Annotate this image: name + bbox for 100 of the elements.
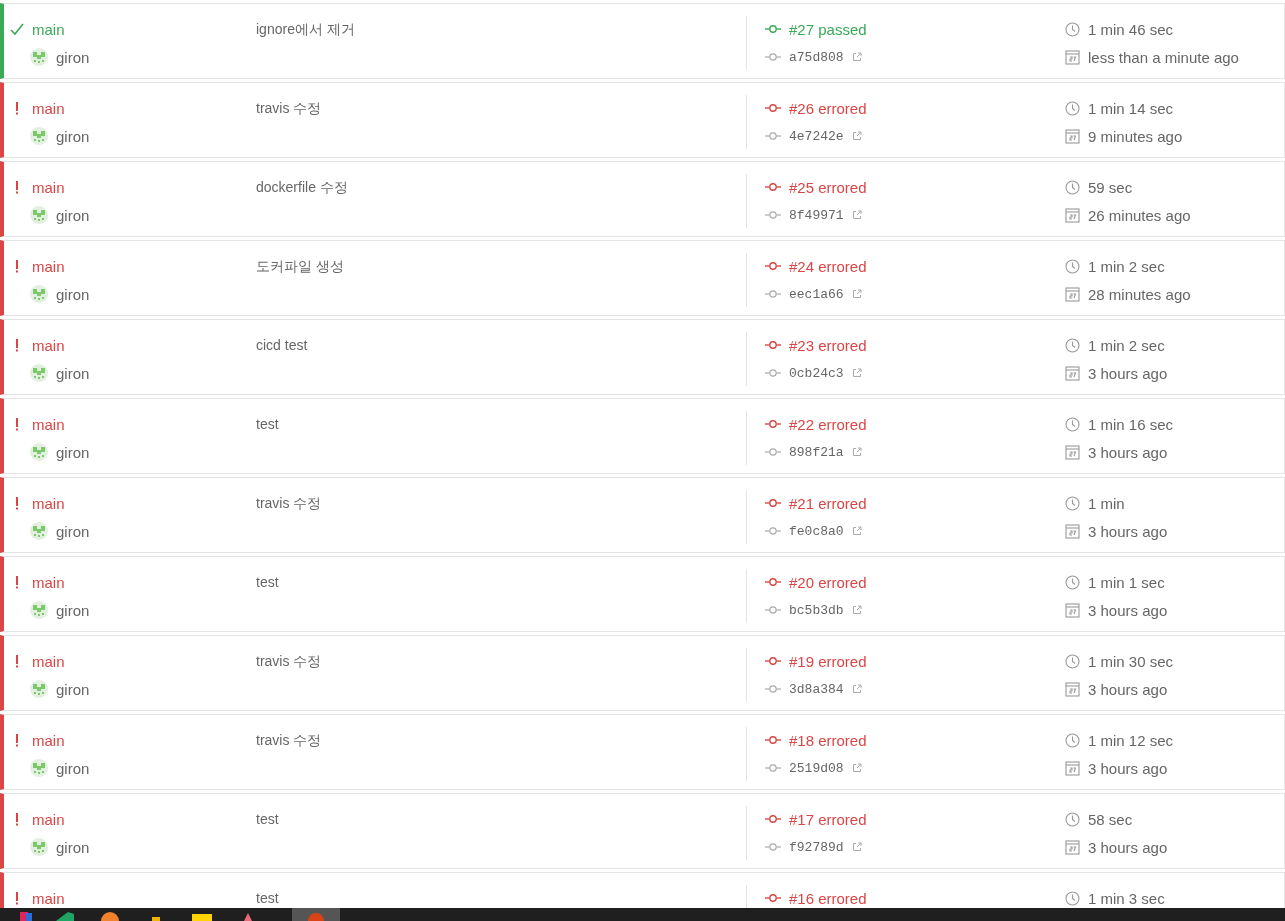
- branch-name[interactable]: main: [32, 20, 65, 38]
- commit-icon: [765, 131, 781, 141]
- commit-hash[interactable]: 2519d08: [789, 760, 844, 776]
- finished-time: 28 minutes ago: [1088, 285, 1191, 303]
- commit-hash[interactable]: eec1a66: [789, 286, 844, 302]
- external-link-icon[interactable]: [851, 289, 862, 299]
- build-number[interactable]: #19 errored: [789, 652, 867, 670]
- external-link-icon[interactable]: [851, 131, 862, 141]
- branch-name[interactable]: main: [32, 810, 65, 828]
- commit-hash[interactable]: 898f21a: [789, 444, 844, 460]
- branch-name[interactable]: main: [32, 652, 65, 670]
- commit-icon: [765, 656, 781, 666]
- author-name: giron: [56, 206, 90, 224]
- branch-name[interactable]: main: [32, 494, 65, 512]
- branch-name[interactable]: main: [32, 889, 65, 907]
- calendar-icon: [1065, 49, 1080, 65]
- branch-name[interactable]: main: [32, 99, 65, 117]
- commit-icon: [765, 814, 781, 824]
- author-name: giron: [56, 364, 90, 382]
- commit-hash[interactable]: a75d808: [789, 49, 844, 65]
- commit-icon: [765, 368, 781, 378]
- build-card[interactable]: main giron test #17 errored f92789d 58 sec 3 hours ago: [0, 793, 1285, 869]
- external-link-icon[interactable]: [851, 210, 862, 220]
- branch-name[interactable]: main: [32, 178, 65, 196]
- build-card[interactable]: main giron dockerfile 수정 #25 errored 8f49971 59 sec 26 minutes ago: [0, 161, 1285, 237]
- avatar-icon: [30, 601, 48, 619]
- avatar-icon: [30, 838, 48, 856]
- build-card[interactable]: main giron travis 수정 #19 errored 3d8a384 1 min 30 sec 3 hours ago: [0, 635, 1285, 711]
- check-icon: [10, 22, 24, 36]
- external-link-icon[interactable]: [851, 526, 862, 536]
- commit-hash[interactable]: fe0c8a0: [789, 523, 844, 539]
- build-number[interactable]: #16 errored: [789, 889, 867, 907]
- author-name: giron: [56, 759, 90, 777]
- avatar-icon: [30, 522, 48, 540]
- commit-hash[interactable]: 3d8a384: [789, 681, 844, 697]
- external-link-icon[interactable]: [851, 842, 862, 852]
- calendar-icon: [1065, 523, 1080, 539]
- build-number[interactable]: #24 errored: [789, 257, 867, 275]
- finished-time: 9 minutes ago: [1088, 127, 1183, 145]
- branch-name[interactable]: main: [32, 573, 65, 591]
- author-name: giron: [56, 443, 90, 461]
- branch-name[interactable]: main: [32, 731, 65, 749]
- clock-icon: [1065, 732, 1080, 748]
- calendar-icon: [1065, 365, 1080, 381]
- clock-icon: [1065, 21, 1080, 37]
- branch-name[interactable]: main: [32, 415, 65, 433]
- avatar-icon: [30, 759, 48, 777]
- commit-hash[interactable]: bc5b3db: [789, 602, 844, 618]
- commit-message: test: [256, 811, 279, 827]
- commit-hash[interactable]: 4e7242e: [789, 128, 844, 144]
- commit-message: test: [256, 574, 279, 590]
- build-card[interactable]: main giron travis 수정 #18 errored 2519d08 1 min 12 sec 3 hours ago: [0, 714, 1285, 790]
- commit-hash[interactable]: f92789d: [789, 839, 844, 855]
- build-card[interactable]: main giron test #22 errored 898f21a 1 min 16 sec 3 hours ago: [0, 398, 1285, 474]
- avatar-icon: [30, 206, 48, 224]
- duration-text: 59 sec: [1088, 178, 1133, 196]
- avatar-icon: [30, 364, 48, 382]
- clock-icon: [1065, 890, 1080, 906]
- build-number[interactable]: #27 passed: [789, 20, 867, 38]
- external-link-icon[interactable]: [851, 447, 862, 457]
- author-name: giron: [56, 601, 90, 619]
- build-number[interactable]: #18 errored: [789, 731, 867, 749]
- finished-time: 3 hours ago: [1088, 680, 1168, 698]
- commit-icon: [765, 210, 781, 220]
- external-link-icon[interactable]: [851, 52, 862, 62]
- build-number[interactable]: #21 errored: [789, 494, 867, 512]
- calendar-icon: [1065, 128, 1080, 144]
- commit-message: cicd test: [256, 337, 308, 353]
- duration-text: 1 min 30 sec: [1088, 652, 1174, 670]
- branch-name[interactable]: main: [32, 257, 65, 275]
- finished-time: 3 hours ago: [1088, 443, 1168, 461]
- build-card[interactable]: main giron 도커파일 생성 #24 errored eec1a66 1 min 2 sec 28 minutes ago: [0, 240, 1285, 316]
- build-card[interactable]: main giron ignore에서 제거 #27 passed a75d808 1 min 46 sec less than a minute ago: [0, 3, 1285, 79]
- commit-icon: [765, 735, 781, 745]
- build-number[interactable]: #26 errored: [789, 99, 867, 117]
- build-number[interactable]: #20 errored: [789, 573, 867, 591]
- external-link-icon[interactable]: [851, 368, 862, 378]
- commit-message: dockerfile 수정: [256, 179, 348, 195]
- clock-icon: [1065, 653, 1080, 669]
- commit-hash[interactable]: 8f49971: [789, 207, 844, 223]
- external-link-icon[interactable]: [851, 605, 862, 615]
- external-link-icon[interactable]: [851, 684, 862, 694]
- clock-icon: [1065, 337, 1080, 353]
- build-number[interactable]: #23 errored: [789, 336, 867, 354]
- build-card[interactable]: main giron travis 수정 #21 errored fe0c8a0 1 min 3 hours ago: [0, 477, 1285, 553]
- build-number[interactable]: #25 errored: [789, 178, 867, 196]
- external-link-icon[interactable]: [851, 763, 862, 773]
- build-card[interactable]: main giron test #20 errored bc5b3db 1 min 1 sec 3 hours ago: [0, 556, 1285, 632]
- commit-icon: [765, 261, 781, 271]
- clock-icon: [1065, 416, 1080, 432]
- calendar-icon: [1065, 681, 1080, 697]
- calendar-icon: [1065, 207, 1080, 223]
- author-name: giron: [56, 680, 90, 698]
- commit-message: travis 수정: [256, 495, 322, 511]
- commit-hash[interactable]: 0cb24c3: [789, 365, 844, 381]
- build-card[interactable]: main giron cicd test #23 errored 0cb24c3 1 min 2 sec 3 hours ago: [0, 319, 1285, 395]
- build-number[interactable]: #17 errored: [789, 810, 867, 828]
- branch-name[interactable]: main: [32, 336, 65, 354]
- build-card[interactable]: main giron travis 수정 #26 errored 4e7242e 1 min 14 sec 9 minutes ago: [0, 82, 1285, 158]
- build-number[interactable]: #22 errored: [789, 415, 867, 433]
